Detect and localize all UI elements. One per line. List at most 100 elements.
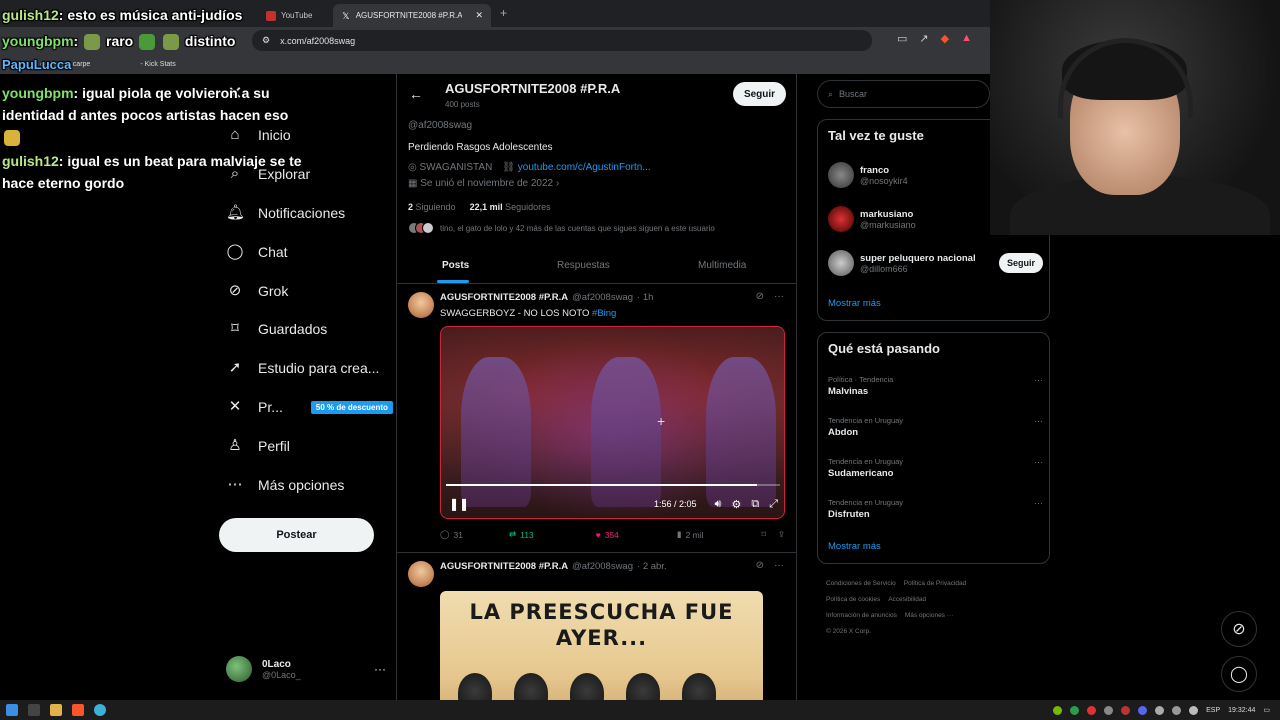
author-name[interactable]: AGUSFORTNITE2008 #P.R.A bbox=[440, 561, 568, 572]
avatar[interactable] bbox=[408, 292, 434, 318]
footer-link[interactable]: Política de cookies bbox=[826, 596, 880, 603]
back-arrow-icon[interactable]: ← bbox=[409, 86, 423, 102]
avatar[interactable] bbox=[408, 561, 434, 587]
show-more-link[interactable]: Mostrar más bbox=[828, 298, 881, 309]
more-icon[interactable]: ··· bbox=[1034, 457, 1043, 467]
joined-date[interactable]: ▦ Se unió el noviembre de 2022 › bbox=[408, 178, 559, 189]
clock[interactable]: 19:32:44 bbox=[1228, 707, 1255, 714]
volume-icon[interactable]: 🔊︎ bbox=[715, 498, 722, 511]
post[interactable]: AGUSFORTNITE2008 #P.R.A @af2008swag · 2 … bbox=[397, 553, 796, 700]
settings-gear-icon[interactable]: ⚙ bbox=[731, 498, 741, 511]
trend-item[interactable]: Tendencia en Uruguay Disfruten ··· bbox=[828, 498, 1043, 520]
trend-item[interactable]: Política · Tendencia Malvinas ··· bbox=[828, 375, 1043, 397]
messages-fab-button[interactable]: ◯ bbox=[1221, 656, 1257, 692]
nav-chat[interactable]: ◯ Chat bbox=[226, 243, 288, 261]
file-explorer-icon[interactable] bbox=[50, 704, 62, 716]
tab-multimedia[interactable]: Multimedia bbox=[698, 260, 746, 271]
nav-label: Pr... bbox=[258, 399, 283, 415]
suggestion-item[interactable]: super peluquero nacional @dillom666 Segu… bbox=[828, 250, 1043, 276]
search-input[interactable]: ⌕ Buscar bbox=[817, 80, 990, 108]
more-icon[interactable]: ··· bbox=[1034, 416, 1043, 426]
video-progress-bar[interactable] bbox=[446, 484, 780, 486]
url-field[interactable]: ⚙ x.com/af2008swag bbox=[252, 30, 872, 51]
repost-button[interactable]: ⇄ 113 bbox=[509, 529, 534, 540]
share-icon[interactable]: ↗ bbox=[919, 32, 928, 45]
bookmark-icon: ⌑ bbox=[761, 529, 766, 539]
more-options-icon[interactable]: ··· bbox=[374, 662, 386, 676]
discord-icon[interactable] bbox=[1138, 705, 1148, 715]
brave-rewards-icon[interactable]: ▲ bbox=[961, 32, 972, 45]
nav-guardados[interactable]: ⌑ Guardados bbox=[226, 320, 327, 338]
chat-message: gulish12: igual es un beat para malviaje… bbox=[2, 153, 302, 191]
tray-app-icon[interactable] bbox=[1070, 705, 1080, 715]
account-switcher[interactable]: 0Laco @0Laco_ ··· bbox=[226, 656, 386, 682]
followers-stat[interactable]: 22,1 mil Seguidores bbox=[470, 202, 551, 212]
trend-item[interactable]: Tendencia en Uruguay Abdon ··· bbox=[828, 416, 1043, 438]
grok-icon[interactable]: ⊘ bbox=[756, 291, 764, 302]
pause-icon[interactable]: ❚❚ bbox=[449, 497, 469, 511]
nav-perfil[interactable]: ♙ Perfil bbox=[226, 437, 290, 455]
start-menu-icon[interactable] bbox=[6, 704, 18, 716]
tab-posts[interactable]: Posts bbox=[442, 260, 469, 271]
profile-link[interactable]: ⛓ youtube.com/c/AgustinFortn... bbox=[502, 162, 650, 173]
footer-link[interactable]: Accesibilidad bbox=[888, 596, 926, 603]
nav-mas-opciones[interactable]: ⋯ Más opciones bbox=[226, 476, 345, 494]
cast-icon[interactable]: ▭ bbox=[897, 32, 907, 45]
share-button[interactable]: ⇪ bbox=[778, 529, 785, 540]
views-button[interactable]: ▮ 2 mil bbox=[677, 529, 704, 540]
more-icon[interactable]: ··· bbox=[774, 291, 784, 302]
new-tab-button[interactable]: + bbox=[500, 6, 507, 20]
post-button[interactable]: Postear bbox=[219, 518, 374, 552]
more-icon[interactable]: ··· bbox=[1034, 498, 1043, 508]
tray-app-icon[interactable] bbox=[1155, 705, 1165, 715]
footer-link[interactable]: Información de anuncios bbox=[826, 612, 897, 619]
tray-app-icon[interactable] bbox=[1087, 705, 1097, 715]
chat-message: gulish12: esto es música anti-judíos bbox=[2, 7, 243, 23]
notifications-icon[interactable]: ▭ bbox=[1263, 706, 1270, 714]
grok-fab-button[interactable]: ⊘ bbox=[1221, 611, 1257, 647]
post[interactable]: AGUSFORTNITE2008 #P.R.A @af2008swag · 1h… bbox=[397, 284, 796, 552]
nav-premium[interactable]: ✕ Pr... 50 % de descuento bbox=[226, 398, 393, 416]
more-icon[interactable]: ··· bbox=[1034, 375, 1043, 385]
language-indicator[interactable]: ESP bbox=[1206, 707, 1220, 714]
close-tab-icon[interactable]: ✕ bbox=[475, 10, 483, 21]
post-image[interactable]: LA PREESCUCHA FUE AYER... bbox=[440, 591, 763, 700]
nav-grok[interactable]: ⊘ Grok bbox=[226, 282, 289, 300]
nav-estudio[interactable]: ➚ Estudio para crea... bbox=[226, 359, 380, 377]
tab-respuestas[interactable]: Respuestas bbox=[557, 260, 610, 271]
fullscreen-icon[interactable]: ⤢ bbox=[769, 498, 778, 511]
column-divider bbox=[796, 74, 797, 700]
follow-button[interactable]: Seguir bbox=[733, 82, 786, 106]
volume-icon[interactable] bbox=[1189, 705, 1199, 715]
tray-app-icon[interactable] bbox=[1121, 705, 1131, 715]
brave-browser-icon[interactable] bbox=[72, 704, 84, 716]
footer-link[interactable]: Política de Privacidad bbox=[904, 580, 967, 587]
nvidia-icon[interactable] bbox=[1053, 705, 1063, 715]
footer-link[interactable]: Más opciones ··· bbox=[905, 612, 953, 619]
like-button[interactable]: ♥ 354 bbox=[596, 530, 619, 540]
video-player[interactable]: + ❚❚ 1:56 / 2:05 🔊︎ ⚙ ⧉ ⤢ bbox=[440, 326, 785, 519]
author-name[interactable]: AGUSFORTNITE2008 #P.R.A bbox=[440, 292, 568, 303]
bar-chart-icon: ▮ bbox=[676, 529, 682, 539]
reply-button[interactable]: ◯ 31 bbox=[440, 529, 463, 540]
following-stat[interactable]: 2 Siguiendo bbox=[408, 202, 456, 212]
nav-notificaciones[interactable]: 🔔︎ Notificaciones bbox=[226, 204, 345, 222]
mutual-followers[interactable]: tino, el gato de lolo y 42 más de las cu… bbox=[408, 222, 715, 234]
more-icon[interactable]: ··· bbox=[774, 560, 784, 571]
tab-active-profile[interactable]: 𝕏 AGUSFORTNITE2008 #P.R.A ( ✕ bbox=[333, 4, 491, 27]
brave-shield-icon[interactable]: ◆ bbox=[941, 32, 949, 45]
show-more-link[interactable]: Mostrar más bbox=[828, 541, 881, 552]
tray-app-icon[interactable] bbox=[1104, 705, 1114, 715]
pip-icon[interactable]: ⧉ bbox=[751, 498, 759, 511]
task-view-icon[interactable] bbox=[28, 704, 40, 716]
grok-icon[interactable]: ⊘ bbox=[756, 560, 764, 571]
footer-link[interactable]: Condiciones de Servicio bbox=[826, 580, 896, 587]
app-icon[interactable] bbox=[94, 704, 106, 716]
follow-button[interactable]: Seguir bbox=[998, 253, 1043, 273]
trend-item[interactable]: Tendencia en Uruguay Sudamericano ··· bbox=[828, 457, 1043, 479]
bell-icon: 🔔︎ bbox=[226, 204, 246, 221]
pepe-emote-icon bbox=[163, 34, 180, 51]
hashtag-link[interactable]: #Bing bbox=[592, 308, 616, 319]
network-icon[interactable] bbox=[1172, 705, 1182, 715]
bookmark-button[interactable]: ⌑ bbox=[762, 529, 766, 540]
